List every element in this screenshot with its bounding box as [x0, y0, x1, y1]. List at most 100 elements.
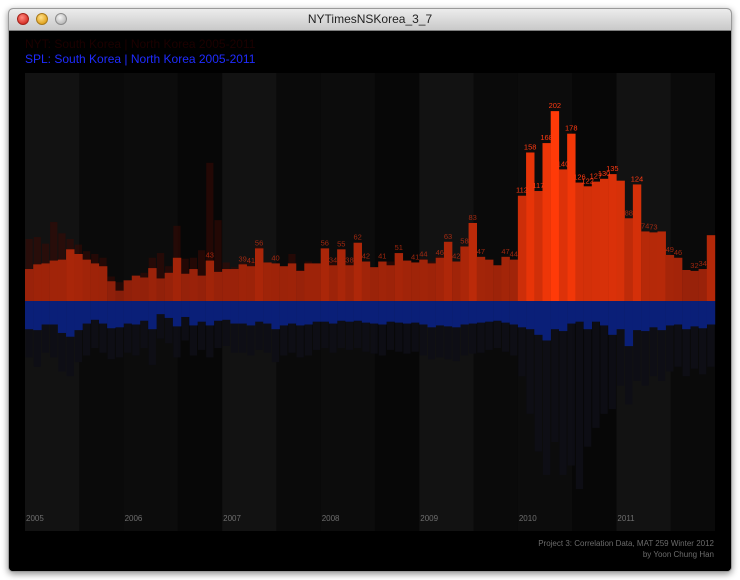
- bar-label: 38: [345, 255, 353, 264]
- bar-north-korea: [632, 301, 642, 331]
- bar-label: 55: [337, 239, 345, 248]
- bar-north-korea: [296, 301, 305, 326]
- bar-north-korea: [608, 301, 617, 335]
- bar-south-korea: [468, 222, 477, 301]
- bar-label: 140: [557, 159, 570, 168]
- bar-label: 178: [565, 124, 578, 133]
- bar-north-korea: [213, 301, 223, 321]
- bar-south-korea: [41, 263, 50, 301]
- bar-south-korea: [443, 241, 453, 301]
- bar-south-korea: [435, 257, 445, 301]
- bar-label: 41: [411, 252, 419, 261]
- bar-label: 42: [452, 252, 460, 261]
- bar-north-korea: [131, 301, 141, 325]
- bar-label: 41: [378, 252, 386, 261]
- bar-north-korea: [419, 301, 428, 325]
- bar-south-korea: [263, 262, 272, 301]
- year-label: 2006: [125, 514, 143, 523]
- bar-north-korea: [460, 301, 469, 325]
- faint-legend: NYT: South Korea | North Korea 2005-2011: [25, 37, 256, 51]
- bar-north-korea: [591, 301, 601, 322]
- bar-north-korea: [378, 301, 387, 325]
- bar-north-korea: [66, 301, 75, 337]
- bar-label: 34: [699, 259, 707, 268]
- bar-south-korea: [205, 260, 215, 301]
- bar-label: 124: [631, 174, 644, 183]
- year-label: 2011: [617, 514, 635, 523]
- bar-south-korea: [657, 231, 666, 301]
- bar-south-korea: [353, 242, 362, 301]
- bar-north-korea: [328, 301, 338, 324]
- bar-label: 32: [690, 261, 698, 270]
- bar-south-korea: [378, 261, 387, 301]
- bar-north-korea: [583, 301, 592, 330]
- bar-south-korea: [74, 254, 83, 301]
- year-label: 2009: [420, 514, 438, 523]
- bar-north-korea: [181, 301, 190, 317]
- bar-label: 51: [395, 243, 403, 252]
- bar-south-korea: [57, 259, 67, 301]
- bar-south-korea: [328, 265, 338, 301]
- bar-north-korea: [57, 301, 67, 333]
- bar-north-korea: [468, 301, 477, 324]
- chart-svg: 43 39 415640563455386242 415141 44 4663425883…: [25, 37, 716, 559]
- bar-north-korea: [575, 301, 584, 322]
- bar-north-korea: [74, 301, 83, 331]
- bar-south-korea: [131, 275, 141, 301]
- year-label: 2010: [519, 514, 537, 523]
- bar-north-korea: [616, 301, 625, 330]
- bar-label: 49: [666, 245, 674, 254]
- bar-south-korea: [616, 180, 625, 301]
- bar-north-korea: [558, 301, 568, 332]
- bar-south-korea: [107, 281, 116, 301]
- bar-south-korea: [90, 263, 100, 301]
- bar-north-korea: [476, 301, 486, 323]
- bar-label: 56: [321, 238, 329, 247]
- bar-south-korea: [665, 254, 675, 301]
- bar-label: 88: [625, 208, 633, 217]
- bar-north-korea: [90, 301, 100, 320]
- bar-south-korea: [320, 248, 330, 301]
- bar-north-korea: [600, 301, 609, 326]
- bar-north-korea: [205, 301, 215, 326]
- bar-label: 34: [329, 255, 337, 264]
- bar-north-korea: [361, 301, 371, 323]
- faint-bar-down: [575, 301, 584, 489]
- bar-label: 44: [510, 250, 518, 259]
- bar-south-korea: [213, 271, 223, 301]
- bar-north-korea: [222, 301, 231, 320]
- bar-south-korea: [402, 260, 412, 301]
- bar-south-korea: [624, 218, 634, 301]
- faint-bar-down: [567, 301, 575, 466]
- bar-label: 58: [460, 236, 468, 245]
- bar-south-korea: [558, 169, 568, 301]
- bar-south-korea: [452, 261, 461, 301]
- bar-north-korea: [370, 301, 379, 324]
- bar-north-korea: [230, 301, 239, 324]
- bar-south-korea: [148, 268, 157, 301]
- bar-north-korea: [690, 301, 699, 327]
- bar-south-korea: [230, 269, 239, 301]
- bar-label: 42: [362, 252, 370, 261]
- bar-north-korea: [246, 301, 256, 326]
- bar-north-korea: [485, 301, 494, 322]
- bar-north-korea: [41, 301, 50, 325]
- bar-label: 62: [354, 233, 362, 242]
- bar-north-korea: [49, 301, 59, 325]
- bar-north-korea: [238, 301, 247, 324]
- bar-north-korea: [509, 301, 519, 325]
- bar-south-korea: [534, 191, 543, 301]
- bar-north-korea: [386, 301, 395, 322]
- bar-south-korea: [608, 174, 617, 301]
- bar-north-korea: [148, 301, 157, 330]
- bar-north-korea: [682, 301, 691, 330]
- bar-south-korea: [460, 246, 469, 301]
- bar-label: 39: [239, 254, 247, 263]
- bar-north-korea: [164, 301, 174, 318]
- bar-south-korea: [156, 278, 165, 301]
- bar-label: 46: [674, 248, 682, 257]
- bar-label: 168: [540, 133, 553, 142]
- bar-label: 56: [255, 238, 263, 247]
- bar-south-korea: [82, 259, 91, 301]
- bar-south-korea: [682, 269, 691, 301]
